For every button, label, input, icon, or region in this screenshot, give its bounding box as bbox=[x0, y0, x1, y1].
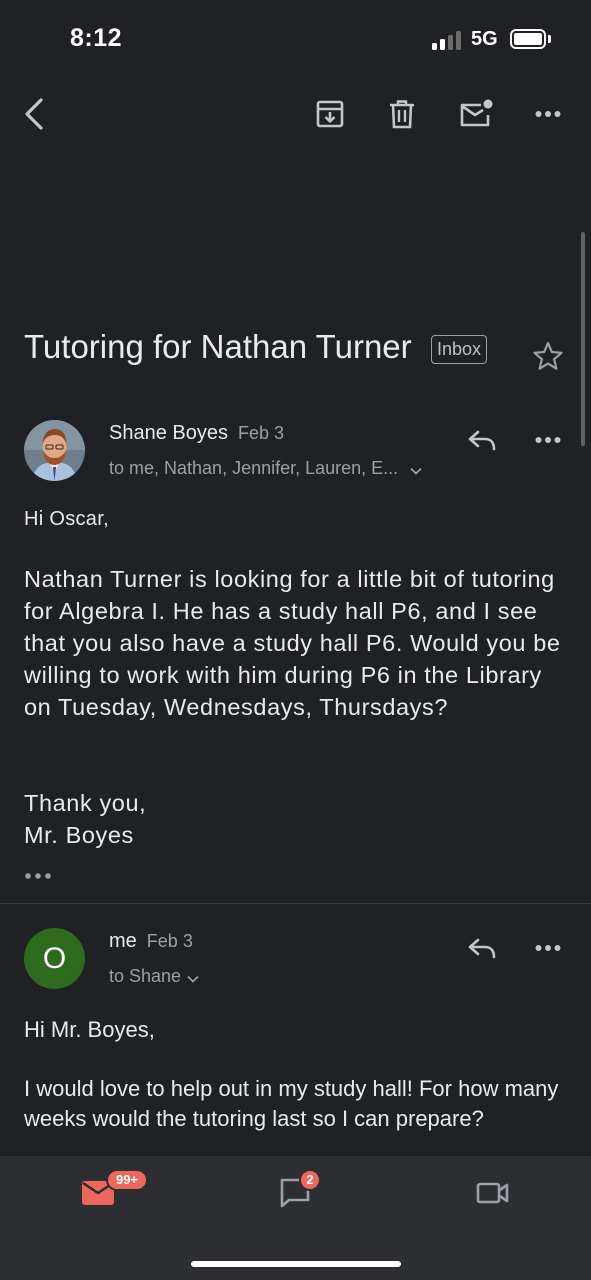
sender-name: me Feb 3 bbox=[109, 930, 193, 953]
back-arrow-icon bbox=[25, 98, 43, 130]
archive-button[interactable] bbox=[306, 84, 354, 144]
status-time: 8:12 bbox=[70, 24, 123, 52]
avatar[interactable] bbox=[24, 420, 85, 481]
chevron-down-icon bbox=[187, 967, 199, 988]
message-signature: Mr. Boyes bbox=[24, 822, 134, 848]
sender-name-text: Shane Boyes bbox=[109, 422, 228, 444]
reply-icon bbox=[468, 430, 496, 451]
nav-chat[interactable]: 2 bbox=[255, 1168, 335, 1218]
more-horizontal-icon bbox=[535, 945, 561, 951]
message-body: Nathan Turner is looking for a little bi… bbox=[24, 566, 561, 720]
message-divider bbox=[0, 903, 591, 904]
star-button[interactable] bbox=[532, 340, 564, 377]
inbox-label-chip[interactable]: Inbox bbox=[431, 335, 488, 364]
message-header[interactable]: O me Feb 3 to Shane bbox=[0, 928, 591, 1008]
signal-icon bbox=[432, 30, 464, 50]
delete-button[interactable] bbox=[378, 84, 426, 144]
mail-unread-badge: 99+ bbox=[106, 1169, 148, 1191]
sender-photo bbox=[24, 420, 85, 481]
nav-meet[interactable] bbox=[453, 1168, 533, 1218]
star-icon bbox=[533, 341, 563, 370]
more-horizontal-icon bbox=[535, 437, 561, 443]
trash-icon bbox=[390, 100, 414, 129]
mark-unread-icon bbox=[460, 99, 493, 127]
nav-mail[interactable]: 99+ bbox=[58, 1168, 148, 1218]
message-body: I would love to help out in my study hal… bbox=[24, 1076, 559, 1131]
recipients-text: to me, Nathan, Jennifer, Lauren, E... bbox=[109, 458, 399, 478]
message-more-button[interactable] bbox=[524, 418, 572, 462]
mark-unread-button[interactable] bbox=[452, 84, 500, 144]
recipients-toggle[interactable]: to Shane bbox=[109, 966, 199, 988]
sender-name-text: me bbox=[109, 930, 137, 952]
message-greeting: Hi Oscar, bbox=[24, 508, 109, 530]
status-bar: 8:12 5G bbox=[0, 0, 591, 80]
message-more-button[interactable] bbox=[524, 926, 572, 970]
email-subject: Tutoring for Nathan Turner bbox=[24, 328, 412, 365]
message-header[interactable]: Shane Boyes Feb 3 to me, Nathan, Jennifer… bbox=[0, 420, 591, 500]
chevron-down-icon bbox=[410, 459, 422, 480]
more-options-button[interactable] bbox=[524, 84, 572, 144]
battery-icon bbox=[510, 29, 546, 49]
recipients-text: to Shane bbox=[109, 966, 182, 986]
toolbar bbox=[0, 84, 591, 144]
reply-icon bbox=[468, 938, 496, 959]
subject-row: Tutoring for Nathan Turner Inbox bbox=[24, 320, 584, 380]
more-horizontal-icon bbox=[535, 111, 561, 117]
recipients-toggle[interactable]: to me, Nathan, Jennifer, Lauren, E... bbox=[109, 458, 422, 480]
ellipsis-icon bbox=[25, 873, 51, 879]
message-greeting: Hi Mr. Boyes, bbox=[24, 1017, 155, 1042]
reply-button[interactable] bbox=[458, 418, 506, 462]
archive-icon bbox=[316, 100, 344, 128]
reply-button[interactable] bbox=[458, 926, 506, 970]
message-closing: Thank you, bbox=[24, 790, 147, 816]
network-label: 5G bbox=[471, 28, 498, 50]
home-indicator bbox=[191, 1261, 401, 1267]
chat-unread-badge: 2 bbox=[299, 1169, 321, 1191]
message-date: Feb 3 bbox=[146, 931, 193, 951]
message-date: Feb 3 bbox=[237, 423, 285, 443]
video-camera-icon bbox=[476, 1182, 509, 1204]
sender-name: Shane Boyes Feb 3 bbox=[109, 422, 284, 445]
show-trimmed-button[interactable] bbox=[24, 866, 54, 886]
avatar[interactable]: O bbox=[24, 928, 85, 989]
back-button[interactable] bbox=[10, 84, 58, 144]
